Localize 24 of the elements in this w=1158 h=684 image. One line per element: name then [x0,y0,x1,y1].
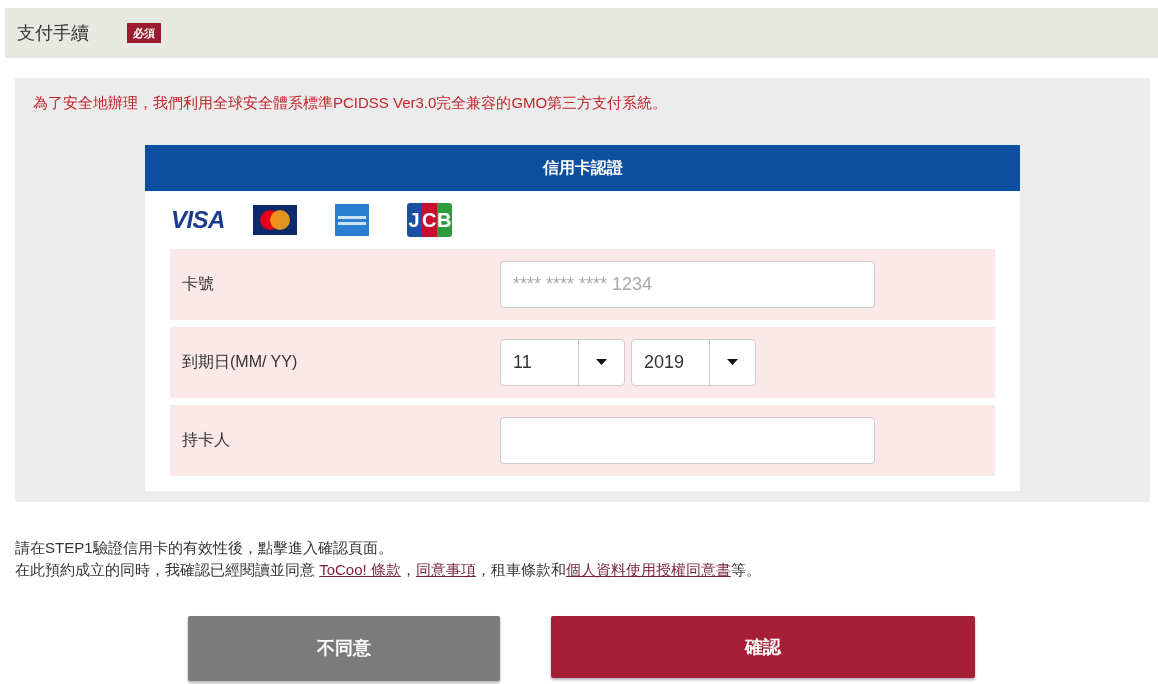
confirm-button[interactable]: 確認 [551,616,975,678]
input-field[interactable] [500,416,875,464]
terms-text: 在此預約成立的同時，我確認已經閱讀並同意 ToCoo! 條款，同意事項，租車條款和個人資料使用授權同意書等。 [15,560,762,580]
field-label: 持卡人 [181,430,231,450]
section-title: 支付手續 [17,21,89,45]
field-label: 卡號 [181,274,215,294]
terms-link[interactable]: 同意事項 [415,561,476,578]
jcb-logo: JCB [406,202,452,237]
dropdown-caret-icon [727,359,738,365]
dropdown-caret-icon [596,359,607,365]
security-notice: 為了安全地辦理，我們利用全球安全體系標準PCIDSS Ver3.0完全兼容的GMO第三方支付系統。 [33,93,669,113]
form-header: 信用卡認證 [145,144,1020,191]
visa-logo: VISA [171,204,225,235]
required-badge: 必須 [127,22,161,44]
select-field[interactable]: 11 [500,338,625,386]
field-label: 到期日(MM/ YY) [181,352,299,372]
terms-link[interactable]: ToCoo! 條款 [319,561,401,578]
select-field[interactable]: 2019 [631,338,756,386]
terms-text: 請在STEP1驗證信用卡的有效性後，點擊進入確認頁面。 [15,538,394,558]
decline-button[interactable]: 不同意 [188,616,500,681]
card-logo-icon [252,204,297,235]
card-logo-icon [334,203,369,236]
terms-link[interactable]: 個人資料使用授權同意書 [565,561,731,578]
input-field[interactable]: **** **** **** 1234 [500,260,875,308]
